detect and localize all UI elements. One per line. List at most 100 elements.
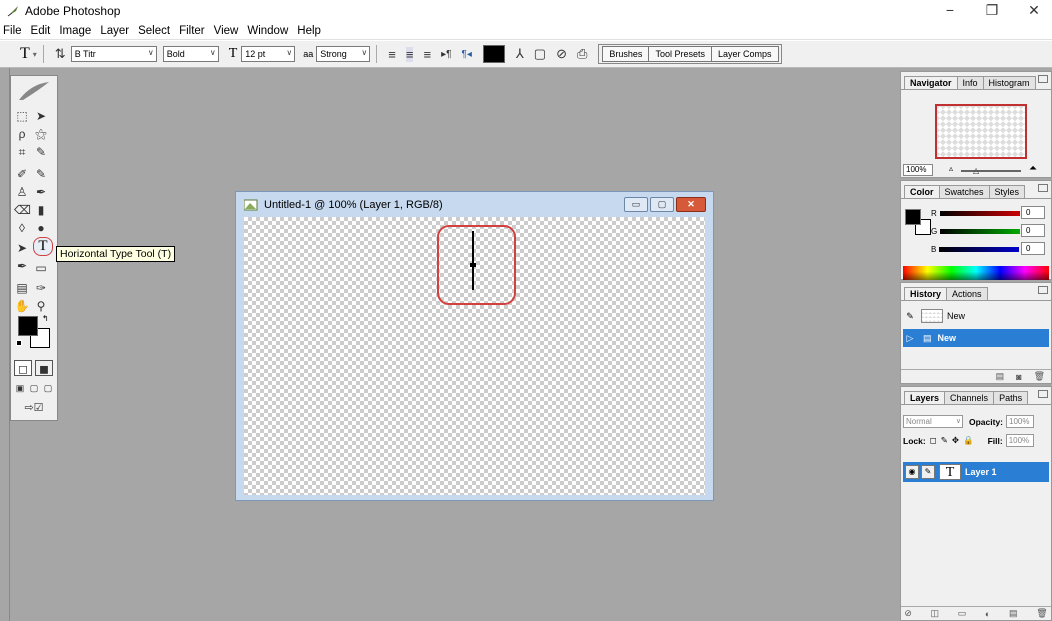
layer-name[interactable]: Layer 1 bbox=[965, 467, 997, 477]
new-layer-icon[interactable]: ▤ bbox=[1009, 608, 1018, 619]
green-slider[interactable] bbox=[940, 228, 1021, 234]
palettes-toggle-icon[interactable]: ▢ bbox=[534, 46, 546, 62]
zoom-icon[interactable]: ⚲ bbox=[33, 298, 49, 314]
hand-icon[interactable]: ✋ bbox=[14, 298, 30, 314]
brush-link-icon[interactable]: ✎ bbox=[921, 465, 935, 479]
eye-icon[interactable]: ◉ bbox=[905, 465, 919, 479]
menu-help[interactable]: Help bbox=[297, 25, 321, 37]
layer-row[interactable]: ◉ ✎ T Layer 1 bbox=[903, 462, 1049, 482]
zoom-slider-handle[interactable]: △ bbox=[973, 166, 979, 175]
tab-history[interactable]: History bbox=[904, 287, 948, 300]
new-snapshot-icon[interactable]: ◙ bbox=[1016, 372, 1021, 382]
notes-icon[interactable]: ▤ bbox=[14, 280, 30, 296]
text-orientation-icon[interactable]: ⇅ bbox=[55, 46, 66, 62]
panel-menu-icon[interactable] bbox=[1038, 286, 1048, 294]
font-family-select[interactable]: B Titr ∨ bbox=[70, 46, 157, 62]
panel-menu-icon[interactable] bbox=[1038, 390, 1048, 398]
close-button[interactable]: ✕ bbox=[1026, 2, 1042, 19]
menu-image[interactable]: Image bbox=[59, 25, 91, 37]
lock-image-icon[interactable]: ✎ bbox=[941, 435, 948, 446]
tab-styles[interactable]: Styles bbox=[988, 185, 1026, 198]
align-right-icon[interactable]: ≡ bbox=[423, 47, 431, 62]
tab-navigator[interactable]: Navigator bbox=[904, 76, 958, 89]
layer-style-icon[interactable]: ⊘ bbox=[904, 608, 912, 619]
eyedropper-icon[interactable]: ✑ bbox=[33, 280, 49, 296]
foreground-color-chip[interactable] bbox=[905, 209, 921, 225]
menu-filter[interactable]: Filter bbox=[179, 25, 205, 37]
document-minimize-button[interactable]: ▭ bbox=[624, 197, 648, 212]
red-slider[interactable] bbox=[939, 210, 1020, 216]
layer-mask-icon[interactable]: ◫ bbox=[931, 608, 940, 619]
tab-color[interactable]: Color bbox=[904, 185, 940, 198]
font-size-select[interactable]: 12 pt ∨ bbox=[241, 46, 296, 62]
rectangle-shape-icon[interactable]: ▭ bbox=[33, 260, 49, 276]
warp-text-icon[interactable]: ⅄ bbox=[516, 46, 524, 62]
photoshop-feather-icon[interactable] bbox=[17, 80, 51, 102]
quick-mask-icon[interactable]: ◼ bbox=[35, 360, 53, 376]
palette-tab-layer-comps[interactable]: Layer Comps bbox=[710, 46, 779, 62]
blend-mode-select[interactable]: Normal ∨ bbox=[903, 415, 963, 428]
red-value-field[interactable]: 0 bbox=[1021, 206, 1045, 219]
delete-layer-icon[interactable]: 🗑 bbox=[1036, 608, 1047, 619]
eraser-icon[interactable]: ⌫ bbox=[14, 202, 31, 218]
lock-position-icon[interactable]: ✥ bbox=[952, 435, 959, 446]
move-icon[interactable]: ➤ bbox=[33, 108, 49, 124]
menu-edit[interactable]: Edit bbox=[31, 25, 51, 37]
path-selection-icon[interactable]: ➤ bbox=[14, 240, 30, 256]
zoom-in-icon[interactable]: ⏶ bbox=[1029, 163, 1037, 174]
zoom-slider[interactable] bbox=[961, 170, 1021, 172]
clone-stamp-icon[interactable]: ♙ bbox=[14, 184, 30, 200]
new-document-from-state-icon[interactable]: ▤ bbox=[996, 371, 1005, 382]
menu-window[interactable]: Window bbox=[247, 25, 288, 37]
font-style-select[interactable]: Bold ∨ bbox=[162, 46, 219, 62]
tab-actions[interactable]: Actions bbox=[946, 287, 988, 300]
screen-mode-full-icon[interactable]: ▢ bbox=[42, 380, 54, 396]
zoom-out-icon[interactable]: ▵ bbox=[949, 164, 953, 173]
lock-transparency-icon[interactable]: ◻ bbox=[930, 435, 937, 446]
history-brush-icon[interactable]: ✒ bbox=[33, 184, 49, 200]
align-left-icon[interactable]: ≡ bbox=[388, 47, 396, 62]
maximize-button[interactable]: ❐ bbox=[984, 2, 1000, 19]
screen-mode-menu-icon[interactable]: ▢ bbox=[28, 380, 40, 396]
align-center-icon[interactable]: ≡ bbox=[405, 46, 414, 62]
menu-file[interactable]: File bbox=[3, 25, 22, 37]
magic-wand-icon[interactable]: ⚝ bbox=[33, 126, 49, 142]
lock-all-icon[interactable]: 🔒 bbox=[963, 435, 974, 446]
tab-histogram[interactable]: Histogram bbox=[982, 76, 1036, 89]
menu-layer[interactable]: Layer bbox=[100, 25, 129, 37]
document-title-bar[interactable]: Untitled-1 @ 100% (Layer 1, RGB/8) ▭ ▢ ✕ bbox=[236, 192, 713, 217]
foreground-color-swatch[interactable] bbox=[18, 316, 38, 336]
anti-alias-select[interactable]: Strong ∨ bbox=[316, 46, 371, 62]
default-colors-icon[interactable] bbox=[16, 340, 22, 346]
tab-swatches[interactable]: Swatches bbox=[938, 185, 990, 198]
history-snapshot[interactable]: ✎ New bbox=[903, 307, 1049, 325]
blur-icon[interactable]: ◊ bbox=[14, 220, 30, 236]
file-browser-icon[interactable]: ⎙ bbox=[577, 46, 587, 62]
tab-channels[interactable]: Channels bbox=[944, 391, 995, 404]
canvas[interactable] bbox=[244, 217, 705, 495]
opacity-field[interactable]: 100% bbox=[1006, 415, 1035, 428]
healing-brush-icon[interactable]: ✐ bbox=[14, 166, 30, 182]
swap-colors-icon[interactable]: ↰ bbox=[42, 314, 49, 323]
zoom-field[interactable]: 100% bbox=[903, 164, 933, 176]
blue-slider[interactable] bbox=[939, 246, 1020, 252]
marquee-icon[interactable]: ⬚ bbox=[14, 108, 30, 124]
horizontal-type-tool[interactable]: T bbox=[33, 237, 53, 256]
rtl-paragraph-icon[interactable]: ▸¶ bbox=[441, 49, 451, 60]
panel-menu-icon[interactable] bbox=[1038, 184, 1048, 192]
adjustment-layer-icon[interactable]: ◐ bbox=[985, 609, 990, 619]
green-value-field[interactable]: 0 bbox=[1021, 224, 1045, 237]
fill-field[interactable]: 100% bbox=[1005, 434, 1034, 447]
crop-icon[interactable]: ⌗ bbox=[14, 144, 30, 160]
gradient-icon[interactable]: ▮ bbox=[33, 202, 49, 218]
document-maximize-button[interactable]: ▢ bbox=[650, 197, 674, 212]
lasso-icon[interactable]: ρ bbox=[14, 126, 30, 142]
chevron-down-icon[interactable]: ▾ bbox=[33, 50, 37, 59]
new-set-icon[interactable]: ▭ bbox=[958, 608, 967, 619]
tab-info[interactable]: Info bbox=[956, 76, 984, 89]
palette-tab-tool-presets[interactable]: Tool Presets bbox=[648, 46, 712, 62]
palette-tab-brushes[interactable]: Brushes bbox=[602, 46, 650, 62]
minimize-button[interactable]: − bbox=[942, 2, 958, 19]
tab-layers[interactable]: Layers bbox=[904, 391, 946, 404]
navigator-preview[interactable] bbox=[935, 104, 1027, 159]
